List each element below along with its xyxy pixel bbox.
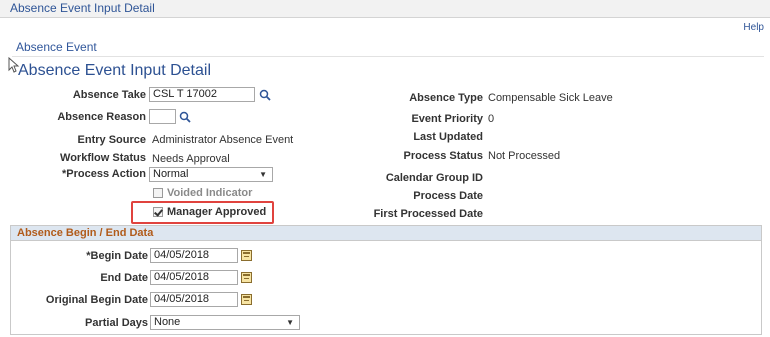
original-begin-date-input[interactable]: 04/05/2018: [150, 292, 238, 307]
calendar-icon[interactable]: [241, 272, 252, 283]
workflow-status-value: Needs Approval: [152, 153, 230, 165]
end-date-label: End Date: [100, 272, 148, 284]
absence-reason-label: Absence Reason: [57, 111, 146, 123]
help-link[interactable]: Help: [743, 22, 764, 33]
chevron-down-icon: ▼: [259, 170, 267, 179]
last-updated-label: Last Updated: [413, 131, 483, 143]
begin-date-input[interactable]: 04/05/2018: [150, 248, 238, 263]
group-header: Absence Begin / End Data: [11, 226, 761, 241]
top-bar: Absence Event Input Detail: [0, 0, 770, 18]
lookup-icon[interactable]: [259, 89, 271, 101]
process-status-label: Process Status: [403, 150, 483, 162]
voided-indicator-label: Voided Indicator: [167, 187, 253, 199]
lookup-icon[interactable]: [179, 111, 191, 123]
entry-source-value: Administrator Absence Event: [152, 134, 294, 146]
divider: [12, 56, 764, 57]
voided-indicator-checkbox[interactable]: [153, 188, 163, 198]
process-action-select[interactable]: Normal ▼: [149, 167, 273, 182]
page-title: Absence Event Input Detail: [18, 62, 212, 79]
calendar-group-id-label: Calendar Group ID: [385, 172, 483, 184]
event-priority-value: 0: [488, 113, 495, 125]
entry-source-label: Entry Source: [77, 134, 146, 146]
chevron-down-icon: ▼: [286, 318, 294, 327]
end-date-input[interactable]: 04/05/2018: [150, 270, 238, 285]
calendar-icon[interactable]: [241, 250, 252, 261]
breadcrumb: Absence Event Input Detail: [10, 1, 155, 15]
process-action-label: *Process Action: [62, 168, 146, 180]
first-processed-date-label: First Processed Date: [373, 208, 483, 220]
absence-take-input[interactable]: CSL T 17002: [149, 87, 255, 102]
highlight-box: [131, 201, 274, 224]
partial-days-value: None: [154, 316, 181, 328]
original-begin-date-label: Original Begin Date: [45, 294, 148, 306]
absence-reason-input[interactable]: [149, 109, 176, 124]
process-date-label: Process Date: [413, 190, 483, 202]
workflow-status-label: Workflow Status: [60, 152, 146, 164]
absence-type-label: Absence Type: [409, 92, 483, 104]
partial-days-select[interactable]: None ▼: [150, 315, 300, 330]
absence-take-label: Absence Take: [72, 89, 146, 101]
process-action-value: Normal: [153, 168, 189, 180]
partial-days-label: Partial Days: [85, 317, 148, 329]
calendar-icon[interactable]: [241, 294, 252, 305]
event-priority-label: Event Priority: [411, 113, 483, 125]
section-tab-absence-event[interactable]: Absence Event: [16, 40, 97, 54]
begin-date-label: *Begin Date: [86, 250, 148, 262]
process-status-value: Not Processed: [488, 150, 561, 162]
absence-type-value: Compensable Sick Leave: [488, 92, 613, 104]
